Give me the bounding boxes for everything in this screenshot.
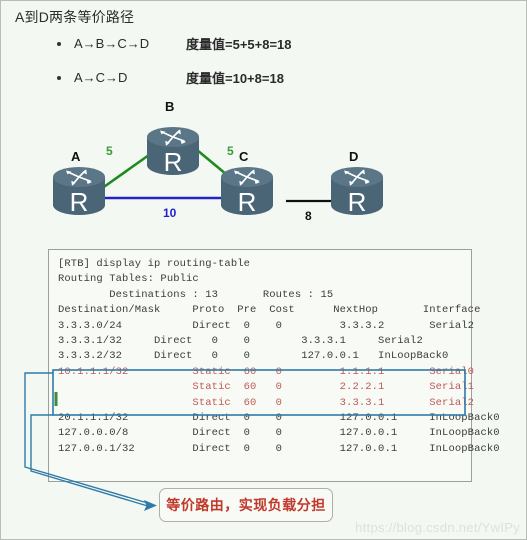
slide-canvas: A到D两条等价路径 A→B→C→D 度量值=5+5+8=18 A→C→D 度量值…: [0, 0, 527, 540]
callout-box: 等价路由，实现负载分担: [159, 488, 333, 522]
route-row: 3.3.3.1/32 Direct 0 0 3.3.3.1 Serial2: [58, 335, 423, 348]
route-row: 20.1.1.1/32 Direct 0 0 127.0.0.1 InLoopB…: [58, 412, 500, 425]
node-label-c: C: [239, 149, 249, 164]
node-label-d: D: [349, 149, 359, 164]
route-row: 3.3.3.2/32 Direct 0 0 127.0.0.1 InLoopBa…: [58, 350, 449, 363]
link-cost-a-c: 10: [163, 206, 177, 220]
route-row: 3.3.3.0/24 Direct 0 0 3.3.3.2 Serial2: [58, 319, 475, 332]
bullet-metric-1: 度量值=5+5+8=18: [186, 37, 292, 52]
cli-tables-line: Routing Tables: Public: [58, 273, 199, 286]
bullet-metric-2: 度量值=10+8=18: [186, 71, 284, 86]
link-cost-c-d: 8: [305, 209, 312, 223]
route-row: 127.0.0.1/32 Direct 0 0 127.0.0.1 InLoop…: [58, 442, 500, 455]
routing-table-text: [RTB] display ip routing-table Routing T…: [49, 250, 500, 457]
node-label-a: A: [71, 149, 81, 164]
router-glyph-a: R: [70, 187, 89, 217]
watermark: https://blog.csdn.net/YwIPy: [355, 520, 520, 535]
network-topology-diagram: R R R R A B C D 5 5 10 8: [1, 93, 526, 241]
bullet-path-1: A→B→C→D: [74, 36, 150, 51]
router-glyph-b: R: [164, 147, 183, 177]
cli-header-line: Destination/Mask Proto Pre Cost NextHop …: [58, 304, 481, 317]
page-title: A到D两条等价路径: [15, 9, 135, 25]
bullet-path-2: A→C→D: [74, 70, 128, 85]
router-glyph-c: R: [238, 187, 257, 217]
router-glyph-d: R: [348, 187, 367, 217]
link-cost-b-c: 5: [227, 144, 234, 158]
bullet-dot-icon: [57, 41, 61, 46]
node-label-b: B: [165, 99, 175, 114]
bullet-dot-icon: [57, 75, 61, 80]
bullet-item-2: A→C→D 度量值=10+8=18: [57, 68, 284, 87]
callout-text: 等价路由，实现负载分担: [166, 497, 326, 513]
cli-summary-line: Destinations : 13 Routes : 15: [58, 288, 334, 301]
cli-prompt-line: [RTB] display ip routing-table: [58, 258, 251, 270]
bullet-item-1: A→B→C→D 度量值=5+5+8=18: [57, 34, 292, 53]
callout-arrow-head-icon: [144, 500, 157, 511]
link-cost-a-b: 5: [106, 144, 113, 158]
route-row-static: 10.1.1.1/32 Static 60 0 1.1.1.1 Serial0: [58, 365, 475, 378]
route-row-static: Static 60 0 3.3.3.1 Serial2: [58, 396, 475, 409]
route-row: 127.0.0.0/8 Direct 0 0 127.0.0.1 InLoopB…: [58, 427, 500, 440]
routing-table-console: [RTB] display ip routing-table Routing T…: [48, 249, 500, 482]
route-row-static: Static 60 0 2.2.2.1 Serial1: [58, 381, 475, 394]
